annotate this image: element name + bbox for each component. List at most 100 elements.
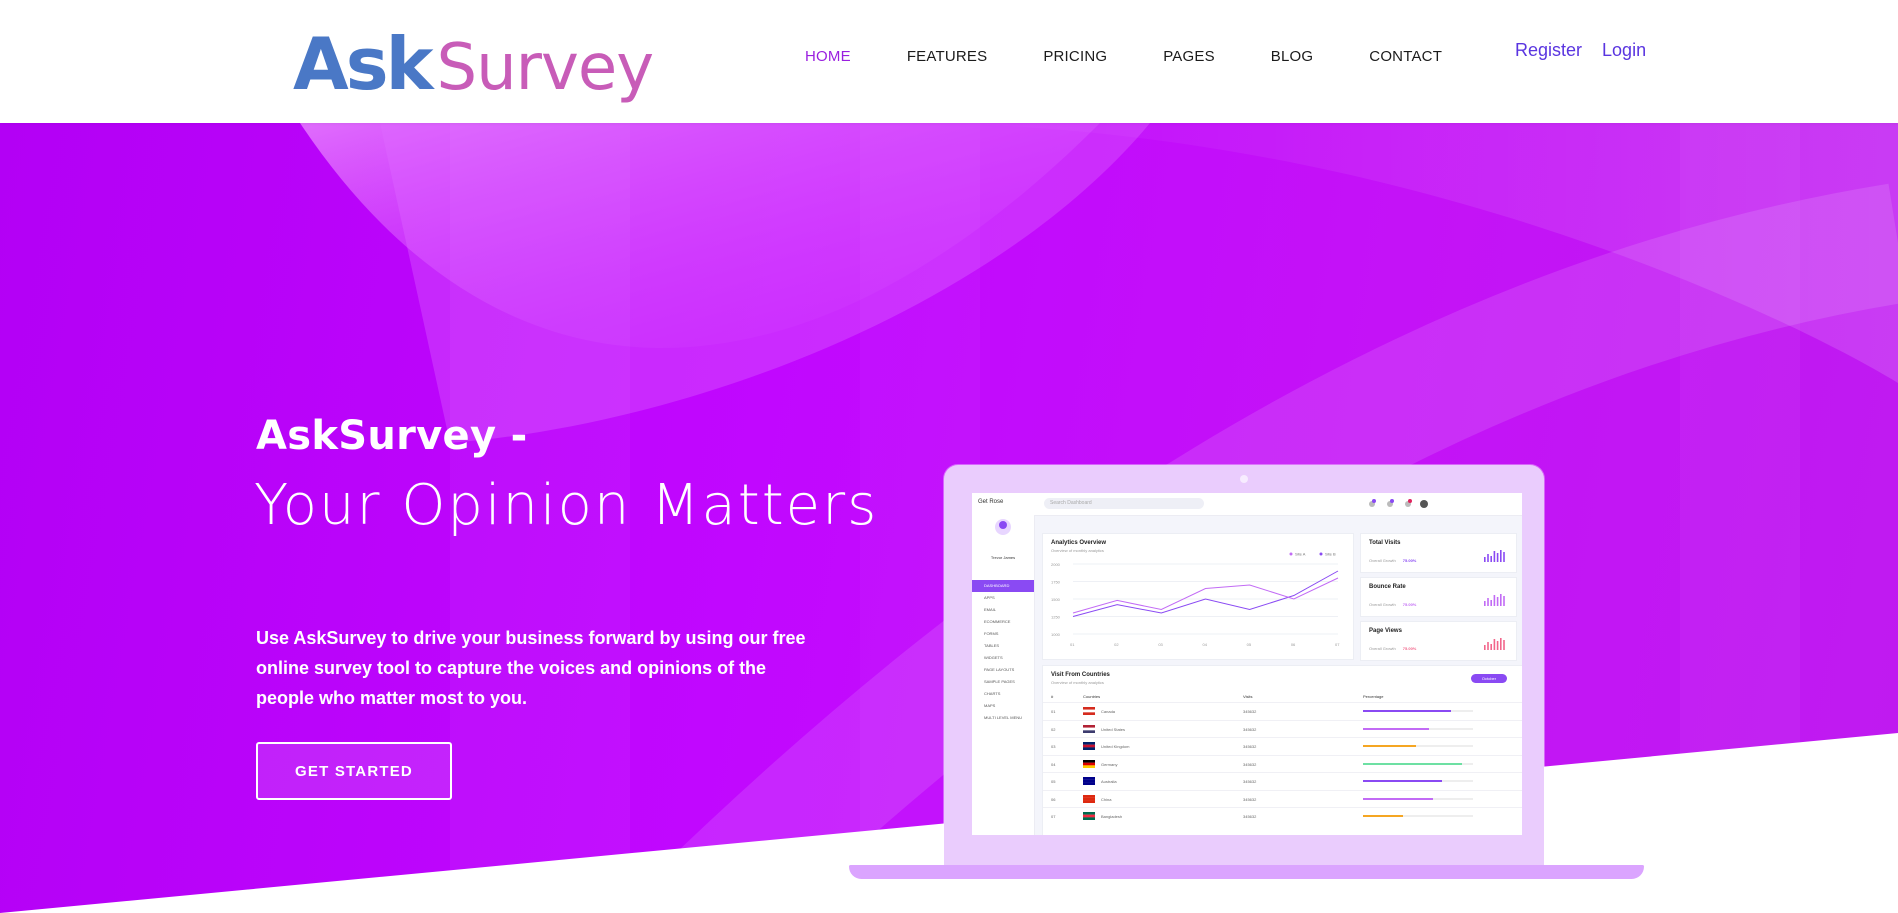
x-tick-label: 06 (1291, 642, 1296, 647)
nav-pages[interactable]: PAGES (1163, 48, 1215, 65)
country-flag-icon (1083, 724, 1095, 733)
nav-contact[interactable]: CONTACT (1369, 48, 1442, 65)
asksurvey-logo[interactable]: Ask Survey (293, 22, 654, 106)
y-tick-label: 2000 (1051, 562, 1061, 567)
stat-card: Page Views Overall Growth 75.00% (1360, 621, 1517, 661)
country-visits: 345632 (1243, 726, 1257, 732)
x-tick-label: 07 (1335, 642, 1340, 647)
nav-blog[interactable]: BLOG (1271, 48, 1313, 65)
analytics-line-chart: 2000 1750 1500 1250 1000 01 02 03 04 05 06 07 Site A… (1051, 552, 1340, 648)
nav-home[interactable]: HOME (805, 48, 851, 65)
column-header: Percentage (1363, 694, 1384, 699)
dashboard-search: Search Dashboard (1044, 498, 1204, 509)
login-link[interactable]: Login (1602, 40, 1646, 61)
country-row: 04 Germany 345632 (1043, 754, 1522, 773)
country-row: 06 China 345632 (1043, 789, 1522, 808)
row-number: 03 (1051, 744, 1056, 749)
stat-title: Bounce Rate (1369, 584, 1406, 590)
nav-pricing[interactable]: PRICING (1043, 48, 1107, 65)
x-tick-label: 01 (1070, 642, 1075, 647)
y-tick-label: 1000 (1051, 632, 1061, 637)
country-visits: 345632 (1243, 709, 1257, 714)
countries-card: Visit From Countries Overview of monthly… (1042, 665, 1522, 835)
percentage-bar (1363, 815, 1473, 817)
percentage-bar-fill (1363, 815, 1403, 817)
stat-growth: Overall Growth 75.00% (1369, 602, 1417, 607)
row-number: 05 (1051, 779, 1056, 784)
topbar-icons (1369, 499, 1428, 508)
spark-bar (1496, 641, 1499, 650)
laptop-base (849, 865, 1644, 879)
row-number: 01 (1051, 709, 1056, 714)
stat-title: Page Views (1369, 628, 1402, 634)
sidebar-menu: DASHBOARD APPS EMAIL ECOMMERCE FORMS TABLES WI… (972, 580, 1034, 724)
navbar: Ask Survey HOME FEATURES PRICING PAGES B… (0, 0, 1898, 123)
sidebar-item: ECOMMERCE (984, 619, 1011, 624)
auth-links: Register Login (1515, 40, 1666, 61)
spark-bar (1493, 551, 1496, 562)
spark-bar (1487, 642, 1489, 650)
spark-bar (1496, 553, 1499, 562)
y-tick-label: 1250 (1051, 615, 1061, 620)
register-link[interactable]: Register (1515, 40, 1582, 61)
spark-bar (1493, 639, 1496, 650)
country-name: China (1101, 796, 1112, 802)
country-name: United States (1101, 726, 1126, 732)
legend-dot (1289, 552, 1293, 556)
countries-title: Visit From Countries (1051, 672, 1110, 678)
spark-bar (1503, 596, 1505, 606)
percentage-bar (1363, 780, 1473, 782)
get-started-button[interactable]: GET STARTED (256, 742, 452, 800)
sidebar-item: FORMS (984, 631, 999, 636)
nav-features[interactable]: FEATURES (907, 48, 988, 65)
spark-bar (1490, 644, 1492, 650)
dashboard-sidebar: Trevor James DASHBOARD APPS EMAIL ECOMMERCE… (972, 515, 1035, 835)
countries-header: # Countries Visits Percentage (1043, 692, 1522, 702)
main-nav: HOME FEATURES PRICING PAGES BLOG CONTACT (805, 48, 1498, 65)
country-flag-icon (1083, 777, 1095, 785)
camera-dot (1240, 475, 1248, 483)
percentage-bar-fill (1363, 727, 1429, 730)
country-flag-icon (1083, 794, 1095, 803)
stat-sparkbars (1484, 638, 1505, 650)
x-tick-label: 05 (1247, 642, 1252, 647)
percentage-bar-fill (1363, 710, 1451, 712)
spark-bar (1484, 557, 1486, 562)
sidebar-item: EMAIL (984, 607, 997, 612)
spark-bar (1500, 638, 1502, 650)
x-tick-label: 04 (1203, 642, 1208, 647)
y-tick-label: 1750 (1051, 580, 1061, 585)
series-line (1072, 570, 1339, 617)
spark-bar (1490, 556, 1492, 562)
logo-survey-text: Survey (436, 31, 654, 105)
stat-growth: Overall Growth 75.00% (1369, 646, 1417, 651)
logo-ask-text: Ask (293, 22, 433, 106)
laptop-mockup: Get Rose Search Dashboard Trevor James D… (944, 465, 1544, 880)
percentage-bar (1363, 762, 1473, 765)
spark-bar (1484, 601, 1486, 606)
row-number: 02 (1051, 726, 1056, 732)
country-row: 03 United Kingdom 345632 (1043, 737, 1522, 755)
legend-dot (1319, 552, 1323, 556)
country-flag-icon (1083, 759, 1095, 768)
country-row: 01 Canada 345632 (1043, 702, 1522, 720)
row-number: 07 (1051, 814, 1056, 819)
stat-title: Total Visits (1369, 540, 1401, 546)
spark-bar (1493, 595, 1496, 606)
country-row: 05 Australia 345632 (1043, 772, 1522, 790)
percentage-bar (1363, 797, 1473, 800)
x-tick-label: 03 (1158, 642, 1163, 647)
spark-bar (1500, 550, 1502, 562)
percentage-bar (1363, 727, 1473, 730)
series-line (1072, 577, 1339, 614)
spark-bar (1487, 554, 1489, 562)
dashboard-topbar: Get Rose Search Dashboard (972, 493, 1522, 516)
country-row: 07 Bangladesh 345632 (1043, 807, 1522, 825)
stat-card: Bounce Rate Overall Growth 75.00% (1360, 577, 1517, 617)
legend-label: Site A (1295, 552, 1306, 557)
y-tick-label: 1500 (1051, 597, 1061, 602)
laptop-screen-frame: Get Rose Search Dashboard Trevor James D… (944, 465, 1544, 875)
x-tick-label: 02 (1114, 642, 1119, 647)
spark-bar (1500, 594, 1502, 606)
spark-bar (1503, 640, 1505, 650)
